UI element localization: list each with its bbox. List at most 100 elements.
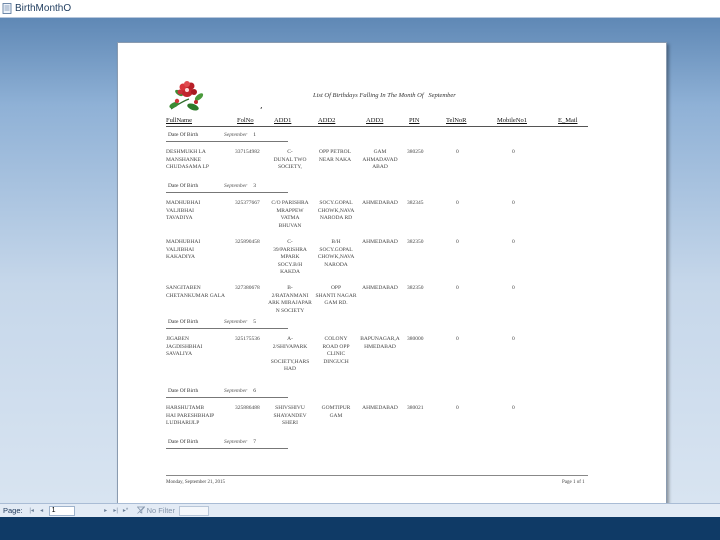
group-month: September — [224, 132, 248, 138]
window-titlebar: BirthMonthO — [0, 0, 720, 18]
cell-add3: AHMEDABAD — [362, 285, 398, 291]
previous-page-button[interactable]: ◂ — [37, 506, 47, 516]
record-navigation-bar: Page: |◂ ◂ 1 ▸ ▸| ▸* No Filter — [0, 503, 720, 517]
cell-tel: 0 — [456, 149, 459, 155]
cell-pin: 382350 — [407, 285, 424, 291]
column-header-email: E_Mail — [558, 117, 578, 124]
column-header-add1: ADD1 — [274, 117, 292, 124]
cell-folno: 325890458 — [235, 239, 260, 245]
filter-toggle[interactable]: No Filter — [136, 505, 175, 516]
group-header: Date Of Birth September 5 — [168, 319, 256, 325]
cell-mobile: 0 — [512, 149, 515, 155]
next-page-button[interactable]: ▸ — [101, 506, 111, 516]
cell-pin: 382345 — [407, 200, 424, 206]
column-header-folno: FolNo — [237, 117, 254, 124]
footer-date: Monday, September 21, 2015 — [166, 480, 225, 485]
group-divider — [166, 192, 288, 193]
column-header-add3: ADD3 — [366, 117, 384, 124]
cell-add3: AHMEDABAD — [362, 239, 398, 245]
cell-folno: 325886488 — [235, 405, 260, 411]
cell-folno: 325377667 — [235, 200, 260, 206]
group-month: September — [224, 388, 248, 394]
column-header-mobile: MobileNo1 — [497, 117, 527, 124]
group-header: Date Of Birth September 6 — [168, 388, 256, 394]
group-day: 3 — [253, 183, 256, 189]
cell-mobile: 0 — [512, 200, 515, 206]
column-header-pin: PIN — [409, 117, 420, 124]
report-page: , List Of Birthdays Falling In The Month… — [117, 42, 667, 518]
cell-folno: 337154982 — [235, 149, 260, 155]
cell-mobile: 0 — [512, 285, 515, 291]
document-icon — [2, 3, 12, 14]
search-input[interactable] — [178, 505, 209, 516]
cell-folno: 327380678 — [235, 285, 260, 291]
group-day: 6 — [253, 388, 256, 394]
cell-mobile: 0 — [512, 405, 515, 411]
footer-page-number: Page 1 of 1 — [562, 480, 585, 485]
group-header: Date Of Birth September 1 — [168, 132, 256, 138]
cell-pin: 380000 — [407, 336, 424, 342]
report-title: List Of Birthdays Falling In The Month O… — [313, 92, 456, 99]
cell-add1: B- 2/RATANMANI ARK MIRAJAPAR N SOCIETY — [268, 285, 312, 314]
group-label: Date Of Birth — [168, 388, 199, 394]
cell-tel: 0 — [456, 405, 459, 411]
group-month: September — [224, 183, 248, 189]
group-label: Date Of Birth — [168, 183, 199, 189]
column-header-fullname: FullName — [166, 117, 192, 124]
header-divider — [166, 126, 588, 127]
page-number-input[interactable]: 1 — [48, 505, 75, 516]
cell-mobile: 0 — [512, 336, 515, 342]
group-label: Date Of Birth — [168, 439, 199, 445]
column-header-telnor: TelNoR — [446, 117, 467, 124]
new-record-button[interactable]: ▸* — [121, 506, 131, 516]
cell-add1: C/O PARISHRA MRAPPEW VATMA BHUVAN — [271, 200, 309, 229]
cell-fullname: DESHMUKH LA MANSHANKE CHUDASAMA LP — [166, 149, 209, 171]
page-label: Page: — [3, 506, 23, 515]
report-workspace[interactable]: , List Of Birthdays Falling In The Month… — [0, 18, 720, 518]
filter-label: No Filter — [146, 506, 175, 515]
report-title-month: September — [428, 92, 456, 99]
cell-add2: OPP SHANTI NAGAR GAM RD. — [315, 285, 357, 307]
cell-add1: A- 2/SHIVAPARK SOCIETY,HARS HAD — [270, 336, 310, 373]
cell-fullname: MADHUBHAI VALJIBHAI TAVADIYA — [166, 200, 201, 222]
cell-add1: C- DUNAL TWO SOCIETY, — [273, 149, 307, 171]
group-label: Date Of Birth — [168, 319, 199, 325]
cell-pin: 380021 — [407, 405, 424, 411]
cell-fullname: SANGITABEN CHETANKUMAR GALA — [166, 285, 225, 299]
cell-tel: 0 — [456, 336, 459, 342]
cell-folno: 325175536 — [235, 336, 260, 342]
cell-add3: AHMEDABAD — [362, 200, 398, 206]
group-day: 7 — [253, 439, 256, 445]
report-title-text: List Of Birthdays Falling In The Month O… — [313, 92, 424, 99]
cell-mobile: 0 — [512, 239, 515, 245]
cell-add3: AHMEDABAD — [362, 405, 398, 411]
group-day: 1 — [253, 132, 256, 138]
cell-tel: 0 — [456, 239, 459, 245]
cell-fullname: MADHUBHAI VALJIBHAI KAKADIYA — [166, 239, 201, 261]
cell-add3: BAPUNAGAR,A HMEDABAD — [360, 336, 400, 350]
window-title: BirthMonthO — [15, 3, 72, 14]
group-header: Date Of Birth September 7 — [168, 439, 256, 445]
group-divider — [166, 328, 288, 329]
floral-logo-icon — [165, 75, 209, 117]
cell-tel: 0 — [456, 285, 459, 291]
cell-add1: SHIVSHIVU SHAYANDEV SHERI — [273, 405, 307, 427]
group-divider — [166, 448, 288, 449]
filter-icon — [136, 505, 146, 516]
cell-add2: COLONY ROAD OPP CLINIC DINGUCH — [322, 336, 350, 365]
tick-mark: , — [260, 101, 263, 110]
last-page-button[interactable]: ▸| — [111, 506, 121, 516]
group-month: September — [224, 319, 248, 325]
column-header-add2: ADD2 — [318, 117, 336, 124]
cell-add3: GAM AHMADAVAD ABAD — [362, 149, 398, 171]
group-label: Date Of Birth — [168, 132, 199, 138]
status-bar — [0, 517, 720, 540]
group-divider — [166, 141, 288, 142]
cell-add2: B/H SOCY.GOPAL CHOWK,NAVA NARODA — [317, 239, 355, 268]
cell-pin: 382350 — [407, 239, 424, 245]
first-page-button[interactable]: |◂ — [27, 506, 37, 516]
group-day: 5 — [253, 319, 256, 325]
cell-add2: OPP PETROL NEAR NAKA — [318, 149, 352, 163]
cell-tel: 0 — [456, 200, 459, 206]
cell-add1: C- 39/PARISHRA MPARK SOCY.B/H KAKDA — [273, 239, 307, 276]
